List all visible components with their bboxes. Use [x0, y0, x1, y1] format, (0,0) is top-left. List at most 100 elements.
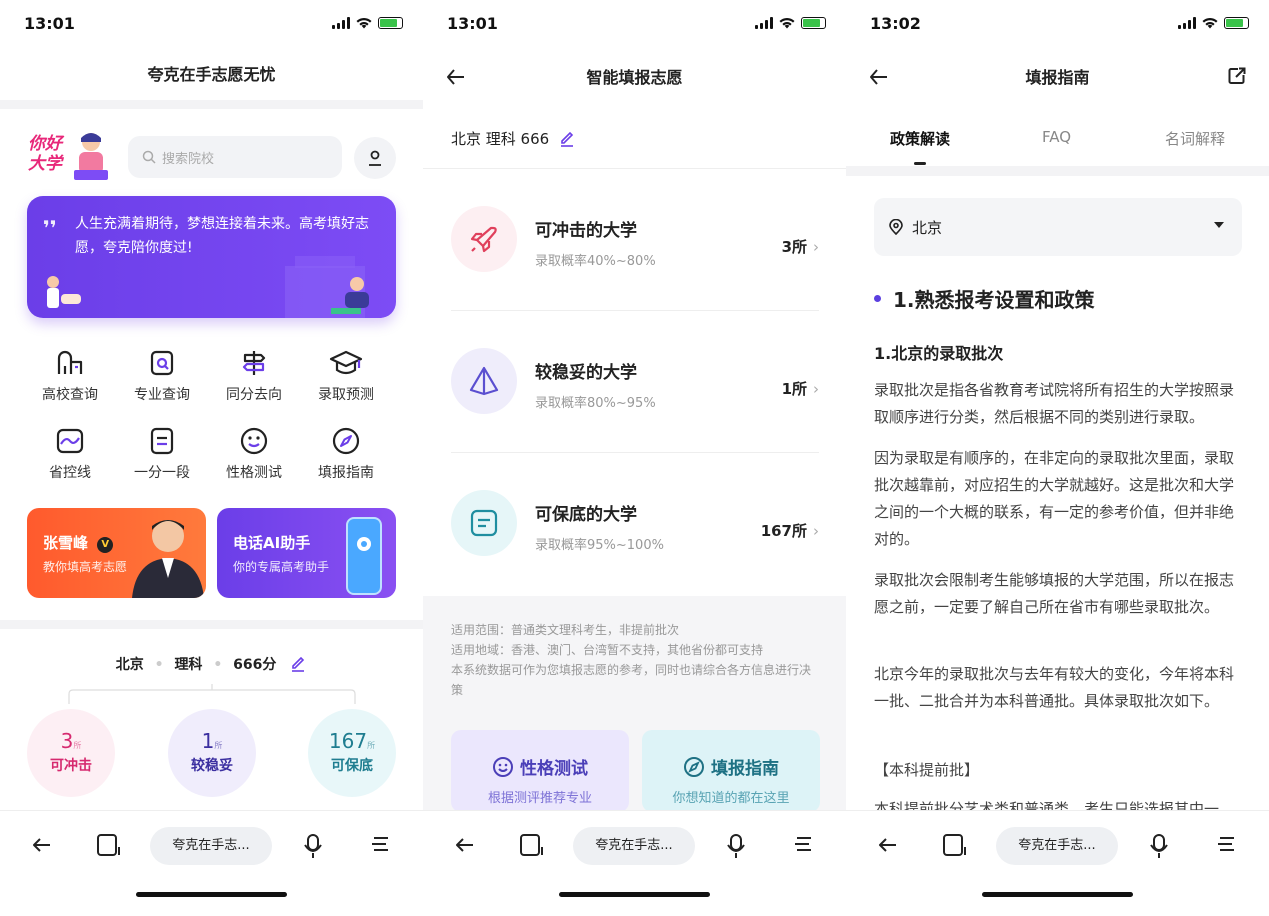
edit-icon[interactable] — [558, 129, 576, 147]
promo-card-ai-assistant[interactable]: 电话AI助手 你的专属高考助手 — [217, 508, 396, 598]
wifi-icon — [356, 18, 372, 29]
tabs-icon[interactable] — [519, 833, 545, 857]
menu-icon[interactable] — [793, 833, 815, 855]
banner-text: 人生充满着期待，梦想连接着未来。高考填好志愿，夸克陪你度过! — [75, 216, 369, 256]
tabs-icon[interactable] — [942, 833, 968, 857]
tab-faq[interactable]: FAQ — [1042, 128, 1071, 146]
grid-item-same-score[interactable]: 同分去向 — [208, 346, 300, 404]
rocket-icon — [470, 226, 497, 253]
page-title: 智能填报志愿 — [586, 68, 683, 87]
grid-item-score-segment[interactable]: 一分一段 — [116, 424, 208, 482]
menu-icon[interactable] — [370, 833, 392, 855]
document-icon — [470, 509, 498, 537]
grid-item-major-search[interactable]: 专业查询 — [116, 346, 208, 404]
microphone-icon[interactable] — [1148, 833, 1170, 859]
grid-item-school-search[interactable]: 高校查询 — [24, 346, 116, 404]
microphone-icon[interactable] — [302, 833, 324, 859]
search-input[interactable]: 搜索院校 — [128, 136, 342, 178]
screen-guide: 13:02 填报指南 政策解读 FAQ 名词解释 北京 1.熟悉报考设置和政策 … — [846, 0, 1269, 916]
connector-lines — [68, 684, 356, 704]
mascot-icon — [74, 133, 108, 180]
option-safe[interactable]: 可保底的大学 录取概率95%~100% 167所 › — [451, 484, 819, 594]
browser-toolbar: 夸克在手志... — [846, 810, 1269, 916]
option-reach[interactable]: 可冲击的大学 录取概率40%~80% 3所 › — [451, 200, 819, 310]
grid-item-personality-test[interactable]: 性格测试 — [208, 424, 300, 482]
document-search-icon — [150, 350, 174, 376]
notes: 适用范围：普通类文理科考生，非提前批次 适用地域：香港、澳门、台湾暂不支持，其他… — [451, 623, 812, 697]
signal-icon — [755, 17, 773, 29]
address-pill[interactable]: 夸克在手志... — [573, 827, 695, 865]
edit-icon[interactable] — [289, 654, 307, 672]
wifi-icon — [1202, 18, 1218, 29]
tab-indicator — [914, 162, 926, 165]
back-arrow-icon[interactable] — [30, 833, 54, 857]
status-bar: 13:01 — [423, 0, 846, 52]
caret-down-icon — [1214, 222, 1224, 228]
grid-item-admission-predict[interactable]: 录取预测 — [300, 346, 392, 404]
logo: 你好大学 — [28, 130, 112, 184]
verified-badge-icon: V — [97, 537, 114, 553]
compass-icon — [684, 756, 704, 777]
user-button[interactable] — [354, 137, 396, 179]
steady-circle[interactable]: 1所 较稳妥 — [168, 709, 256, 797]
signal-icon — [332, 17, 350, 29]
grid-item-control-line[interactable]: 省控线 — [24, 424, 116, 482]
chevron-right-icon: › — [813, 238, 819, 256]
back-arrow-icon[interactable] — [445, 66, 467, 88]
share-icon[interactable] — [1227, 66, 1247, 86]
status-time: 13:02 — [870, 14, 921, 33]
trend-chart-icon — [56, 428, 84, 454]
battery-icon — [378, 17, 403, 29]
paragraph: 因为录取是有顺序的，在非定向的录取批次里面，录取批次越靠前，对应招生的大学就越好… — [874, 449, 1235, 548]
section-heading: 1.熟悉报考设置和政策 — [874, 284, 1095, 313]
status-bar: 13:02 — [846, 0, 1269, 52]
browser-toolbar: 夸克在手志... — [0, 810, 423, 916]
promo-card-teacher[interactable]: 张雪峰 V 教你填高考志愿 — [27, 508, 206, 598]
option-steady[interactable]: 较稳妥的大学 录取概率80%~95% 1所 › — [451, 342, 819, 452]
profile-summary: 北京 • 理科 • 666分 — [0, 654, 423, 674]
paragraph: 录取批次是指各省教育考试院将所有招生的大学按照录取顺序进行分类，然后根据不同的类… — [874, 381, 1235, 426]
location-select[interactable]: 北京 — [874, 198, 1242, 256]
smiley-icon — [240, 427, 268, 455]
microphone-icon[interactable] — [725, 833, 747, 859]
home-indicator — [136, 892, 287, 897]
home-indicator — [982, 892, 1133, 897]
status-time: 13:01 — [24, 14, 75, 33]
reach-circle[interactable]: 3所 可冲击 — [27, 709, 115, 797]
guide-button[interactable]: 填报指南 你想知道的都在这里 — [642, 730, 820, 812]
screen-smart-fill: 13:01 智能填报志愿 北京 理科 666 可冲击的大学 录取概率40%~80… — [423, 0, 846, 916]
back-arrow-icon[interactable] — [876, 833, 900, 857]
compass-icon — [332, 427, 360, 455]
wifi-icon — [779, 18, 795, 29]
paragraph: 录取批次会限制考生能够填报的大学范围，所以在报志愿之前，一定要了解自己所在省市有… — [874, 571, 1235, 616]
menu-icon[interactable] — [1216, 833, 1238, 855]
pyramid-icon — [469, 366, 499, 396]
tab-glossary[interactable]: 名词解释 — [1165, 128, 1225, 149]
smiley-icon — [493, 756, 513, 777]
tab-policy[interactable]: 政策解读 — [890, 128, 950, 149]
location-pin-icon — [889, 219, 903, 235]
graduation-cap-icon — [329, 350, 363, 375]
browser-toolbar: 夸克在手志... — [423, 810, 846, 916]
battery-icon — [801, 17, 826, 29]
status-time: 13:01 — [447, 14, 498, 33]
back-arrow-icon[interactable] — [868, 66, 890, 88]
home-indicator — [559, 892, 710, 897]
phone-icon — [346, 517, 382, 595]
back-arrow-icon[interactable] — [453, 833, 477, 857]
address-pill[interactable]: 夸克在手志... — [996, 827, 1118, 865]
safe-circle[interactable]: 167所 可保底 — [308, 709, 396, 797]
promo-banner[interactable]: ❜❜ 人生充满着期待，梦想连接着未来。高考填好志愿，夸克陪你度过! — [27, 196, 396, 318]
address-pill[interactable]: 夸克在手志... — [150, 827, 272, 865]
search-placeholder: 搜索院校 — [162, 151, 215, 167]
banner-illustration — [47, 256, 369, 318]
grid-item-guide[interactable]: 填报指南 — [300, 424, 392, 482]
chevron-right-icon: › — [813, 380, 819, 398]
user-icon — [369, 150, 381, 166]
paragraph: 【本科提前批】 — [874, 761, 980, 779]
search-icon — [142, 150, 156, 164]
signpost-icon — [242, 351, 266, 375]
tabs-icon[interactable] — [96, 833, 122, 857]
screen-home: 13:01 夸克在手志愿无忧 你好大学 搜索院校 ❜❜ 人生充满着期待，梦想连接… — [0, 0, 423, 916]
personality-test-button[interactable]: 性格测试 根据测评推荐专业 — [451, 730, 629, 812]
